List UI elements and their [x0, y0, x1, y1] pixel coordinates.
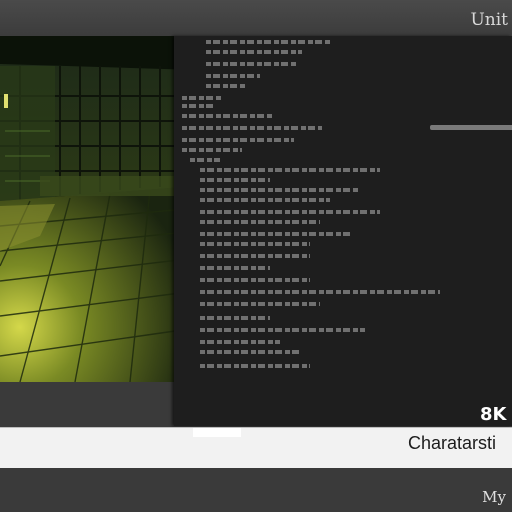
code-line [206, 74, 260, 78]
code-line [182, 104, 216, 108]
caption-text: Charatarsti [408, 433, 497, 453]
footer-text: My [482, 488, 506, 506]
code-line [200, 350, 300, 354]
bottom-bar [0, 468, 512, 512]
resolution-label: 8K [480, 404, 507, 425]
code-line [200, 278, 310, 282]
lamp [4, 94, 8, 108]
code-line [182, 148, 242, 152]
code-line [190, 158, 220, 162]
code-line [200, 340, 280, 344]
scene-viewport[interactable] [0, 36, 196, 382]
title-bar [0, 0, 512, 36]
scene-render [0, 36, 196, 382]
code-line [182, 114, 272, 118]
code-line [200, 316, 270, 320]
code-line [206, 62, 298, 66]
ledge [40, 176, 196, 196]
code-line [200, 328, 365, 332]
code-line [200, 242, 310, 246]
code-line [200, 302, 320, 306]
code-line [206, 40, 332, 44]
code-line [200, 290, 440, 294]
code-line [182, 96, 222, 100]
code-line [182, 138, 294, 142]
code-line [200, 188, 360, 192]
code-line [200, 168, 380, 172]
app-title: Unit [470, 10, 508, 30]
code-line [206, 50, 302, 54]
code-line [200, 266, 270, 270]
code-line [200, 232, 350, 236]
code-line [200, 254, 310, 258]
code-line [200, 178, 270, 182]
code-line [182, 126, 322, 130]
caption-tab [193, 428, 241, 437]
code-line [200, 220, 320, 224]
code-line [200, 198, 330, 202]
code-line [206, 84, 246, 88]
horizontal-scroll-thumb[interactable] [430, 125, 512, 130]
code-line [200, 364, 310, 368]
code-line [200, 210, 380, 214]
